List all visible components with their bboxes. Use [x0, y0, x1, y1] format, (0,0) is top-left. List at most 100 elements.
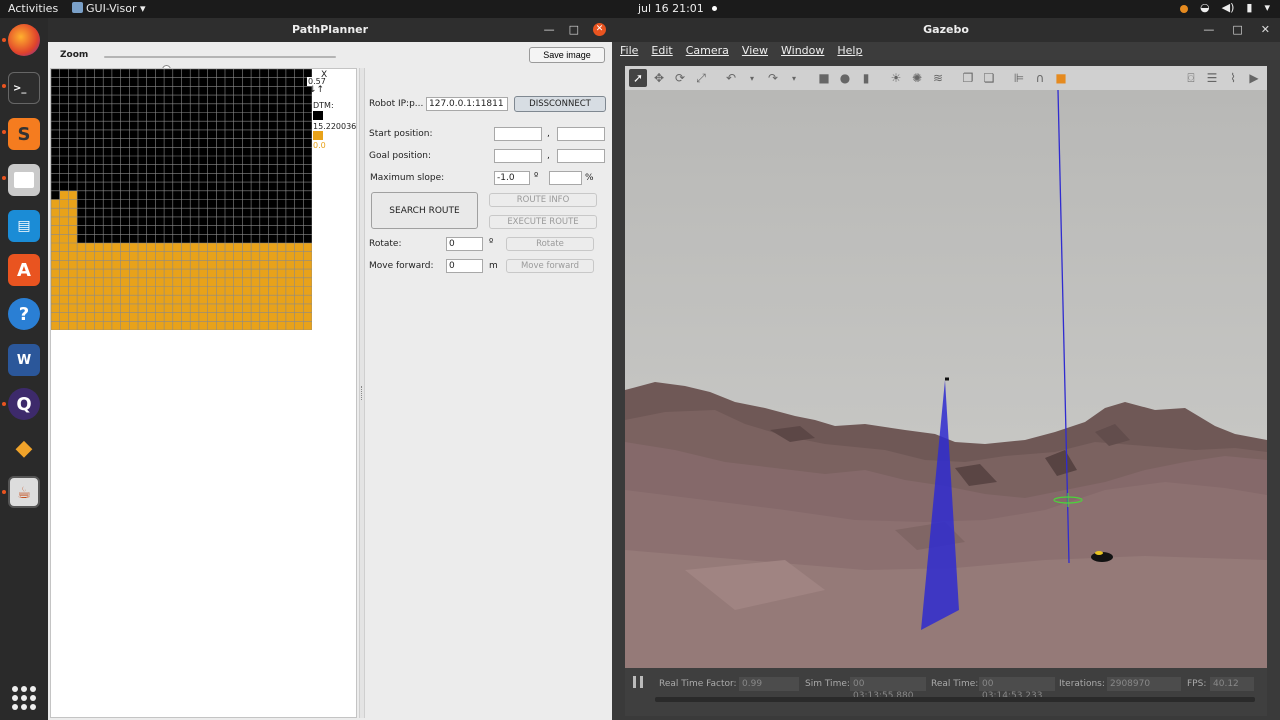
undo-dropdown-icon[interactable]: ▾: [743, 69, 761, 87]
minimize-icon[interactable]: —: [1203, 18, 1214, 42]
cylinder-shape-icon[interactable]: ▮: [857, 69, 875, 87]
disconnect-button[interactable]: DISSCONNECT: [514, 96, 606, 112]
pause-icon[interactable]: [633, 676, 643, 688]
clock-text: jul 16 21:01: [638, 2, 704, 15]
sphere-shape-icon[interactable]: ●: [836, 69, 854, 87]
goal-position-label: Goal position:: [369, 151, 432, 161]
volume-icon[interactable]: ◀): [1222, 1, 1235, 14]
menu-edit[interactable]: Edit: [651, 42, 672, 60]
scale-mode-icon[interactable]: ⤢: [692, 69, 710, 87]
redo-dropdown-icon[interactable]: ▾: [785, 69, 803, 87]
terrain-scene[interactable]: [625, 90, 1267, 668]
directional-light-icon[interactable]: ≋: [929, 69, 947, 87]
gazebo-menubar: File Edit Camera View Window Help: [612, 42, 1280, 60]
robot-ip-input[interactable]: [426, 97, 508, 111]
gazebo-titlebar[interactable]: Gazebo — □ ✕: [612, 18, 1280, 42]
menu-camera[interactable]: Camera: [686, 42, 729, 60]
notification-dot: [711, 6, 717, 11]
real-time-value: 00 03:14:53.233: [979, 677, 1055, 701]
screenshot-icon[interactable]: ⌼: [1182, 69, 1200, 87]
menu-view[interactable]: View: [742, 42, 768, 60]
move-forward-button[interactable]: Move forward: [506, 259, 594, 273]
java-icon[interactable]: ☕: [8, 476, 40, 508]
change-view-icon[interactable]: ■: [1052, 69, 1070, 87]
window-title: PathPlanner: [291, 23, 369, 36]
goal-x-input[interactable]: [494, 149, 542, 163]
log-icon[interactable]: ☰: [1203, 69, 1221, 87]
sim-time-label: Sim Time:: [805, 679, 850, 689]
select-mode-icon[interactable]: ➚: [629, 69, 647, 87]
colorbar-max-value: 15.220036: [313, 122, 357, 131]
terminal-icon[interactable]: >_: [8, 72, 40, 104]
dock: >_ S ▤ A ? W Q ◆ ☕: [0, 18, 48, 720]
start-y-input[interactable]: [557, 127, 605, 141]
paste-icon[interactable]: ❏: [980, 69, 998, 87]
spot-light-icon[interactable]: ✺: [908, 69, 926, 87]
writer-icon[interactable]: ▤: [8, 210, 40, 242]
activities-button[interactable]: Activities: [8, 2, 58, 15]
battery-icon[interactable]: ▮: [1246, 1, 1252, 14]
start-x-input[interactable]: [494, 127, 542, 141]
x-axis-label: X: [321, 70, 328, 80]
app-menu[interactable]: GUI-Visor ▾: [72, 2, 146, 15]
menu-file[interactable]: File: [620, 42, 638, 60]
sublime-icon[interactable]: S: [8, 118, 40, 150]
move-forward-input[interactable]: [446, 259, 483, 273]
iterations-value: 2908970: [1107, 677, 1181, 691]
pathplanner-titlebar[interactable]: PathPlanner — □ ✕: [48, 18, 612, 42]
clock[interactable]: jul 16 21:01: [638, 2, 717, 15]
max-slope-percent-input[interactable]: [549, 171, 582, 185]
plot-icon[interactable]: ⌇: [1224, 69, 1242, 87]
colorbar-legend: 0.57 X ↓↑ DTM: 15.220036 0.0: [307, 70, 357, 161]
align-icon[interactable]: ⊫: [1010, 69, 1028, 87]
network-icon[interactable]: ◒: [1200, 1, 1210, 14]
menu-window[interactable]: Window: [781, 42, 824, 60]
map-panel[interactable]: 0.57 X ↓↑ DTM: 15.220036 0.0: [50, 68, 357, 718]
redo-icon[interactable]: ↷: [764, 69, 782, 87]
qt-icon[interactable]: Q: [8, 388, 40, 420]
maximize-icon[interactable]: □: [1232, 18, 1242, 42]
video-record-icon[interactable]: ▶: [1245, 69, 1263, 87]
dtm-grid[interactable]: [50, 68, 313, 331]
translate-mode-icon[interactable]: ✥: [650, 69, 668, 87]
update-indicator-icon[interactable]: [1180, 5, 1189, 13]
fps-value: 40.12: [1210, 677, 1254, 691]
goal-separator: ,: [547, 151, 550, 161]
horizontal-scrollbar[interactable]: [655, 697, 1255, 702]
gazebo-window: Gazebo — □ ✕ File Edit Camera View Windo…: [612, 18, 1280, 720]
copy-icon[interactable]: ❐: [959, 69, 977, 87]
top-bar: Activities GUI-Visor ▾ jul 16 21:01 ◒ ◀)…: [0, 0, 1280, 18]
chevron-down-icon[interactable]: ▾: [1264, 1, 1270, 14]
word-icon[interactable]: W: [8, 344, 40, 376]
goal-y-input[interactable]: [557, 149, 605, 163]
snap-icon[interactable]: ∩: [1031, 69, 1049, 87]
files-icon[interactable]: [8, 164, 40, 196]
show-applications-icon[interactable]: [12, 686, 36, 710]
undo-icon[interactable]: ↶: [722, 69, 740, 87]
search-route-button[interactable]: SEARCH ROUTE: [371, 192, 478, 229]
3d-viewport[interactable]: [625, 90, 1267, 668]
zoom-slider[interactable]: [104, 56, 336, 74]
point-light-icon[interactable]: ☀: [887, 69, 905, 87]
window-title: Gazebo: [923, 23, 969, 36]
minimize-icon[interactable]: —: [544, 18, 555, 42]
dtm-grid-canvas[interactable]: [50, 68, 313, 331]
maximize-icon[interactable]: □: [569, 18, 579, 42]
colorbar-high-swatch: [313, 111, 323, 120]
rotate-button[interactable]: Rotate: [506, 237, 594, 251]
close-icon[interactable]: ✕: [593, 23, 606, 36]
rotate-mode-icon[interactable]: ⟳: [671, 69, 689, 87]
stack-icon[interactable]: ◆: [8, 432, 40, 464]
firefox-icon[interactable]: [8, 24, 40, 56]
software-center-icon[interactable]: A: [8, 254, 40, 286]
execute-route-button[interactable]: EXECUTE ROUTE: [489, 215, 597, 229]
max-slope-degrees-input[interactable]: [494, 171, 530, 185]
close-icon[interactable]: ✕: [1261, 18, 1270, 42]
help-icon[interactable]: ?: [8, 298, 40, 330]
system-tray[interactable]: ◒ ◀) ▮ ▾: [1180, 1, 1270, 14]
rotate-input[interactable]: [446, 237, 483, 251]
save-image-button[interactable]: Save image: [529, 47, 605, 63]
menu-help[interactable]: Help: [837, 42, 862, 60]
box-shape-icon[interactable]: ■: [815, 69, 833, 87]
route-info-button[interactable]: ROUTE INFO: [489, 193, 597, 207]
